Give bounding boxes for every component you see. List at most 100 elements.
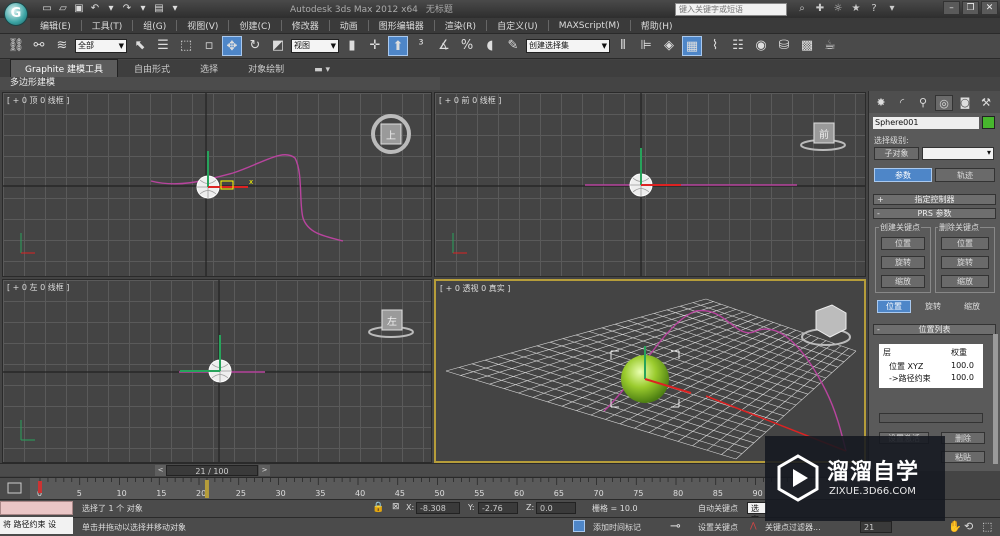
z-coordinate-field[interactable]: 0.0 (536, 502, 576, 514)
schematic-view-icon[interactable]: ☷ (728, 36, 748, 56)
viewport-label[interactable]: [ + 0 前 0 线框 ] (439, 95, 501, 106)
graphite-ribbon-icon[interactable]: ▦ (682, 36, 702, 56)
absolute-mode-icon[interactable]: ⊠ (392, 502, 400, 512)
favorites-icon[interactable]: ★ (849, 1, 863, 16)
binoculars-icon[interactable]: ⌕ (795, 1, 809, 16)
select-object-icon[interactable]: ⬉ (130, 36, 150, 56)
menu-create[interactable]: 创建(C) (229, 19, 280, 32)
select-by-name-icon[interactable]: ☰ (153, 36, 173, 56)
set-key-button[interactable]: 设置关键点 (698, 522, 738, 533)
orbit-icon[interactable]: ⟲ (964, 520, 973, 533)
list-item[interactable]: 位置 XYZ (889, 361, 923, 372)
bind-space-warp-icon[interactable]: ≋ (52, 36, 72, 56)
delete-key-scale-button[interactable]: 缩放 (941, 275, 989, 288)
x-coordinate-field[interactable]: -8.308 (416, 502, 460, 514)
position-list-rollout[interactable]: - 位置列表 (873, 324, 996, 335)
sub-object-dropdown[interactable]: ▾ (922, 147, 994, 160)
motion-tab-icon[interactable]: ◎ (935, 95, 953, 111)
parameters-button[interactable]: 参数 (874, 168, 932, 182)
object-name-field[interactable]: Sphere001 (873, 117, 979, 129)
add-time-tag-icon[interactable] (573, 520, 585, 532)
prs-rotation-button[interactable]: 旋转 (916, 300, 950, 313)
pivot-center-icon[interactable]: ▮ (342, 36, 362, 56)
selected-dropdown[interactable]: 选定对 (747, 502, 767, 535)
maximize-viewport-icon[interactable]: ⬚ (982, 520, 992, 533)
paste-button[interactable]: 粘贴 (941, 451, 985, 463)
open-file-icon[interactable]: ▱ (56, 2, 70, 16)
menu-modifiers[interactable]: 修改器 (282, 19, 329, 32)
select-and-scale-icon[interactable]: ◩ (268, 36, 288, 56)
tab-object-paint[interactable]: 对象绘制 (234, 60, 298, 77)
assign-controller-rollout[interactable]: + 指定控制器 (873, 194, 996, 205)
window-crossing-icon[interactable]: ▫ (199, 36, 219, 56)
spinner-snap-icon[interactable]: ◖ (480, 36, 500, 56)
communication-icon[interactable]: ☼ (831, 1, 845, 16)
key-icon[interactable]: ⊸ (670, 519, 681, 534)
command-panel-scrollbar[interactable] (993, 334, 998, 464)
viewport-label[interactable]: [ + 0 左 0 线框 ] (7, 282, 69, 293)
reference-coordinate-dropdown[interactable]: 视图 (291, 39, 339, 53)
rectangular-selection-icon[interactable]: ⬚ (176, 36, 196, 56)
select-and-link-icon[interactable]: ⛓ (6, 36, 26, 56)
current-frame-spinner[interactable]: 21 (860, 521, 892, 533)
application-button[interactable]: G (0, 0, 30, 26)
mirror-icon[interactable]: ⫴ (613, 36, 633, 56)
maximize-icon[interactable]: ❐ (962, 1, 979, 15)
rendered-frame-window-icon[interactable]: ▩ (797, 36, 817, 56)
modify-tab-icon[interactable]: ◜ (893, 95, 911, 111)
create-key-scale-button[interactable]: 缩放 (881, 275, 925, 288)
prs-scale-button[interactable]: 缩放 (955, 300, 989, 313)
edit-named-selection-icon[interactable]: ✎ (503, 36, 523, 56)
viewport-left[interactable]: [ + 0 左 0 线框 ] 左 (2, 279, 432, 463)
viewport-label[interactable]: [ + 0 顶 0 线框 ] (7, 95, 69, 106)
menu-animation[interactable]: 动画 (330, 19, 368, 32)
create-key-rotation-button[interactable]: 旋转 (881, 256, 925, 269)
key-filters-button[interactable]: 关键点过滤器... (765, 522, 821, 533)
polygon-modeling-label[interactable]: 多边形建模 (0, 78, 55, 88)
menu-edit[interactable]: 编辑(E) (30, 19, 81, 32)
prs-position-button[interactable]: 位置 (877, 300, 911, 313)
create-tab-icon[interactable]: ✸ (872, 95, 890, 111)
subscription-icon[interactable]: ✚ (813, 1, 827, 16)
menu-tools[interactable]: 工具(T) (82, 19, 133, 32)
quick-access-dropdown-icon[interactable]: ▾ (168, 2, 182, 16)
menu-rendering[interactable]: 渲染(R) (435, 19, 486, 32)
object-color-swatch[interactable] (982, 116, 995, 129)
project-folder-icon[interactable]: ▤ (152, 2, 166, 16)
save-file-icon[interactable]: ▣ (72, 2, 86, 16)
menu-help[interactable]: 帮助(H) (631, 19, 683, 32)
search-input[interactable]: 键入关键字或短语 (675, 3, 787, 16)
help-icon[interactable]: ? (867, 1, 881, 16)
trajectories-button[interactable]: 轨迹 (935, 168, 995, 182)
help-dropdown-icon[interactable]: ▾ (885, 1, 899, 16)
viewcube-icon[interactable] (815, 304, 847, 338)
delete-button[interactable]: 删除 (941, 432, 985, 444)
delete-key-rotation-button[interactable]: 旋转 (941, 256, 989, 269)
align-icon[interactable]: ⊫ (636, 36, 656, 56)
angle-snap-icon[interactable]: ∡ (434, 36, 454, 56)
maxscript-listener-output[interactable] (0, 501, 73, 515)
delete-key-position-button[interactable]: 位置 (941, 237, 989, 250)
app-logo-icon[interactable]: G (4, 2, 28, 26)
create-key-position-button[interactable]: 位置 (881, 237, 925, 250)
y-coordinate-field[interactable]: -2.76 (478, 502, 518, 514)
sub-object-button[interactable]: 子对象 (874, 147, 919, 160)
menu-maxscript[interactable]: MAXScript(M) (549, 21, 630, 31)
path-spline[interactable] (150, 154, 344, 242)
percent-snap-icon[interactable]: % (457, 36, 477, 56)
maxscript-mini-listener[interactable]: 将 路径约束 设 (0, 517, 73, 534)
utilities-tab-icon[interactable]: ⚒ (977, 95, 995, 111)
hierarchy-tab-icon[interactable]: ⚲ (914, 95, 932, 111)
current-frame-marker[interactable] (204, 480, 209, 498)
layer-manager-icon[interactable]: ◈ (659, 36, 679, 56)
keyframe-marker[interactable] (38, 481, 42, 493)
render-production-icon[interactable]: ☕ (820, 36, 840, 56)
next-frame-icon[interactable]: > (259, 465, 270, 476)
key-filter-icon[interactable]: ⋀ (750, 521, 757, 530)
list-item[interactable]: ->路径约束 (889, 373, 931, 384)
undo-dropdown-icon[interactable]: ▾ (104, 2, 118, 16)
position-list-box[interactable]: 层 权重 位置 XYZ 100.0 ->路径约束 100.0 (879, 344, 983, 388)
track-bar[interactable]: 0 5 10 15 20 25 30 35 40 45 50 55 60 65 70 75 80 85 90 (0, 477, 868, 500)
prs-parameters-rollout[interactable]: - PRS 参数 (873, 208, 996, 219)
unlink-icon[interactable]: ⚯ (29, 36, 49, 56)
